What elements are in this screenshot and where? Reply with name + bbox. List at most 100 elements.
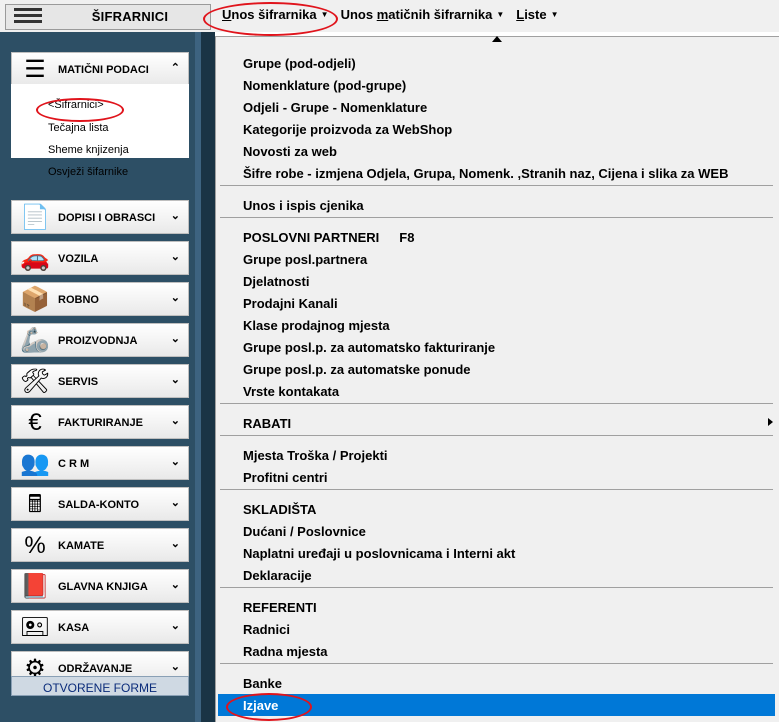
menu-item-kategorije-proizvoda-za-webshop[interactable]: Kategorije proizvoda za WebShop	[218, 118, 775, 140]
calculator-icon: 🖩	[27, 491, 43, 518]
menu-item-label: Kategorije proizvoda za WebShop	[243, 122, 452, 137]
menu-item-text: Deklaracije	[243, 568, 312, 583]
sidebar-category-salda-konto[interactable]: 🖩 SALDA-KONTO ⌄	[11, 487, 189, 521]
sidebar-subitem-sifrarnici[interactable]: <Šifrarnici>	[48, 99, 104, 111]
sidebar-category-label: SERVIS	[58, 376, 99, 388]
sifrarnici-label: ŠIFRARNICI	[91, 9, 169, 24]
sidebar-category-kasa[interactable]: 🖭 KASA ⌄	[11, 610, 189, 644]
sidebar-subitem-osvjezi-sifarnike[interactable]: Osvježi šifarnike	[48, 166, 128, 178]
menu-item-radnici[interactable]: Radnici	[218, 618, 775, 640]
menu-unos-maticnih-sifrarnika[interactable]: Unos matičnih šifrarnika ▼	[341, 7, 505, 27]
chevron-down-icon[interactable]: ⌄	[171, 414, 180, 427]
sidebar-category-servis[interactable]: 🛠 SERVIS ⌄	[11, 364, 189, 398]
menu-item-klase-prodajnog-mjesta[interactable]: Klase prodajnog mjesta	[218, 314, 775, 336]
menu-item-text: Grupe posl.p. za automatske ponude	[243, 362, 471, 377]
menu-item-text: REFERENTI	[243, 600, 317, 615]
menu-item-šifre-robe-izmjena-odjela-grupa-nomenk-stranih-naz-cijena-i-slika-za-web[interactable]: Šifre robe - izmjena Odjela, Grupa, Nome…	[218, 162, 775, 184]
chevron-down-icon[interactable]: ⌄	[171, 373, 180, 386]
dropdown-caret-icon: ▼	[320, 10, 329, 19]
chevron-down-icon[interactable]: ⌄	[171, 660, 180, 673]
sidebar-category-matični-podaci[interactable]: ☰ MATIČNI PODACI ⌃	[11, 52, 189, 86]
menu-item-text: Naplatni uređaji u poslovnicama i Intern…	[243, 546, 516, 561]
menu-item-text: RABATI	[243, 416, 292, 431]
sidebar-category-label: GLAVNA KNJIGA	[58, 581, 148, 593]
sidebar-subitem-sheme-knjizenja[interactable]: Sheme knjizenja	[48, 144, 129, 156]
tools-icon: 🛠	[19, 368, 51, 395]
menu-item-label: Izjave	[243, 698, 278, 713]
chevron-down-icon[interactable]: ⌄	[171, 250, 180, 263]
sidebar-category-kamate[interactable]: % KAMATE ⌄	[11, 528, 189, 562]
menu-item-prodajni-kanali[interactable]: Prodajni Kanali	[218, 292, 775, 314]
menu-item-text: Grupe posl.partnera	[243, 252, 368, 267]
sidebar-category-label: FAKTURIRANJE	[58, 417, 143, 429]
sidebar-category-glavna-knjiga[interactable]: 📕 GLAVNA KNJIGA ⌄	[11, 569, 189, 603]
menu-item-odjeli-grupe-nomenklature[interactable]: Odjeli - Grupe - Nomenklature	[218, 96, 775, 118]
menu-item-label: Radna mjesta	[243, 644, 328, 659]
sidebar-category-robno[interactable]: 📦 ROBNO ⌄	[11, 282, 189, 316]
menu-item-profitni-centri[interactable]: Profitni centri	[218, 466, 775, 488]
sidebar-subitem-tecajna-lista[interactable]: Tečajna lista	[48, 122, 109, 134]
sidebar-category-label: DOPISI I OBRASCI	[58, 212, 156, 224]
menu-separator	[220, 403, 773, 404]
menu-item-label: Dućani / Poslovnice	[243, 524, 366, 539]
chevron-down-icon[interactable]: ⌄	[171, 332, 180, 345]
list-document-icon: ☰	[24, 56, 46, 83]
menu-item-label: REFERENTI	[243, 600, 317, 615]
chevron-up-icon[interactable]: ⌃	[171, 61, 180, 74]
sidebar-category-proizvodnja[interactable]: 🦾 PROIZVODNJA ⌄	[11, 323, 189, 357]
menu-item-label: Novosti za web	[243, 144, 337, 159]
menu-item-vrste-kontakata[interactable]: Vrste kontakata	[218, 380, 775, 402]
scroll-up-arrow-icon[interactable]	[492, 36, 502, 42]
menu-item-naplatni-uređaji-u-poslovnicama-i-interni-akt[interactable]: Naplatni uređaji u poslovnicama i Intern…	[218, 542, 775, 564]
menu-separator	[220, 435, 773, 436]
menu-item-text: SKLADIŠTA	[243, 502, 317, 517]
menu-item-text: Nomenklature (pod-grupe)	[243, 78, 407, 93]
menu-item-label: Unos i ispis cjenika	[243, 198, 364, 213]
menu-bar: Unos šifrarnika ▼ Unos matičnih šifrarnik…	[222, 7, 559, 27]
menu-item-izjave[interactable]: Izjave	[218, 694, 775, 716]
menu-item-novosti-za-web[interactable]: Novosti za web	[218, 140, 775, 162]
menu-item-deklaracije[interactable]: Deklaracije	[218, 564, 775, 586]
sidebar-category-c-r-m[interactable]: 👥 C R M ⌄	[11, 446, 189, 480]
chevron-down-icon[interactable]: ⌄	[171, 537, 180, 550]
menu-item-radna-mjesta[interactable]: Radna mjesta	[218, 640, 775, 662]
menu-item-grupe-posl-partnera[interactable]: Grupe posl.partnera	[218, 248, 775, 270]
chevron-down-icon[interactable]: ⌄	[171, 496, 180, 509]
menu-item-grupe-pod-odjeli[interactable]: Grupe (pod-odjeli)	[218, 52, 775, 74]
menu-item-unos-i-ispis-cjenika[interactable]: Unos i ispis cjenika	[218, 194, 775, 216]
menu-item-grupe-posl-p-za-automatsko-fakturiranje[interactable]: Grupe posl.p. za automatsko fakturiranje	[218, 336, 775, 358]
sidebar-category-label: ROBNO	[58, 294, 99, 306]
menu-item-label: Grupe posl.p. za automatsko fakturiranje	[243, 340, 495, 355]
chevron-down-icon[interactable]: ⌄	[171, 578, 180, 591]
menu-item-dućani-poslovnice[interactable]: Dućani / Poslovnice	[218, 520, 775, 542]
chevron-down-icon[interactable]: ⌄	[171, 455, 180, 468]
menu-item-text: Banke	[243, 676, 283, 691]
menu-item-text: Grupe posl.p. za automatsko fakturiranje	[243, 340, 496, 355]
menu-item-rabati[interactable]: RABATI	[218, 412, 775, 434]
menu-unos-sifrarnika[interactable]: Unos šifrarnika ▼	[222, 7, 329, 27]
menu-liste[interactable]: Liste ▼	[516, 7, 558, 27]
menu-separator	[220, 587, 773, 588]
chevron-down-icon[interactable]: ⌄	[171, 291, 180, 304]
menu-item-label: Deklaracije	[243, 568, 312, 583]
menu-item-label: Naplatni uređaji u poslovnicama i Intern…	[243, 546, 515, 561]
menu-item-skladišta[interactable]: SKLADIŠTA	[218, 498, 775, 520]
otvorene-forme-button[interactable]: OTVORENE FORME	[11, 676, 189, 696]
menu-item-grupe-posl-p-za-automatske-ponude[interactable]: Grupe posl.p. za automatske ponude	[218, 358, 775, 380]
menu-separator	[220, 489, 773, 490]
menu-item-poslovni-partneri[interactable]: POSLOVNI PARTNERI F8	[218, 226, 775, 248]
menu-item-mjesta-troška-projekti[interactable]: Mjesta Troška / Projekti	[218, 444, 775, 466]
menu-item-banke[interactable]: Banke	[218, 672, 775, 694]
chevron-down-icon[interactable]: ⌄	[171, 209, 180, 222]
sidebar-category-dopisi-i-obrasci[interactable]: 📄 DOPISI I OBRASCI ⌄	[11, 200, 189, 234]
sidebar-category-label: KASA	[58, 622, 90, 634]
menu-item-djelatnosti[interactable]: Djelatnosti	[218, 270, 775, 292]
percent-icon: %	[24, 532, 46, 559]
menu-item-nomenklature-pod-grupe[interactable]: Nomenklature (pod-grupe)	[218, 74, 775, 96]
chevron-down-icon[interactable]: ⌄	[171, 619, 180, 632]
menu-item-referenti[interactable]: REFERENTI	[218, 596, 775, 618]
sidebar-category-label: KAMATE	[58, 540, 105, 552]
sidebar-category-vozila[interactable]: 🚗 VOZILA ⌄	[11, 241, 189, 275]
sifrarnici-button[interactable]: ŠIFRARNICI	[5, 4, 211, 30]
sidebar-category-fakturiranje[interactable]: € FAKTURIRANJE ⌄	[11, 405, 189, 439]
